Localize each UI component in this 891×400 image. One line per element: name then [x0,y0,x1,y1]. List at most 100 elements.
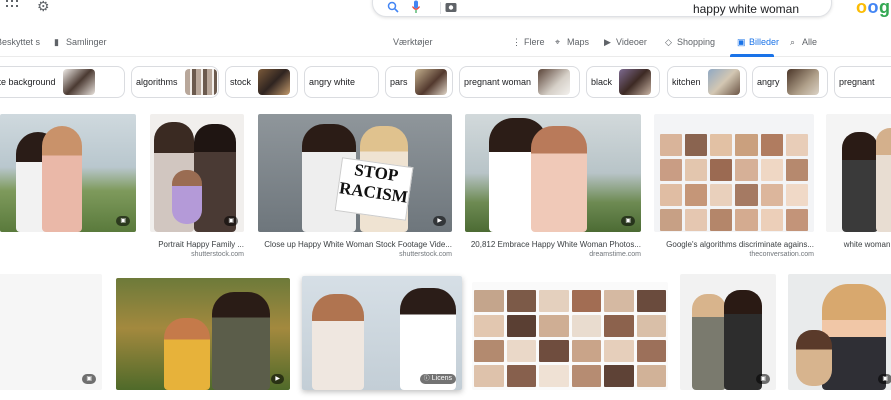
result-card[interactable]: ▣ Portrait Happy Family ... shutterstock… [150,114,244,264]
tab-alle[interactable]: ⌕ Alle [790,37,817,47]
search-icon[interactable] [387,1,399,13]
google-logo[interactable]: oogle [856,0,891,18]
result-card[interactable]: Google's algorithms discriminate agains.… [654,114,814,264]
tab-flere[interactable]: ⋮ Flere [512,37,545,47]
result-image[interactable]: ▣ [788,274,891,390]
video-badge: ▶ [433,216,446,226]
chip-angry[interactable]: angry [752,66,828,98]
chip-label: stock [230,77,252,87]
bookmark-icon: ▮ [54,36,59,47]
tab-samlinger[interactable]: ▮ Samlinger [54,37,107,47]
chip-label: algorithms [136,77,178,87]
result-card[interactable]: ▣ 20,812 Embrace Happy White Woman Photo… [465,114,641,264]
result-source[interactable]: theconversation.com [654,251,814,258]
result-image[interactable] [826,114,891,232]
chip-algorithms[interactable]: algorithms [131,66,219,98]
apps-grid-icon[interactable] [6,0,18,10]
child-figure [796,330,832,386]
result-card[interactable]: ▣ [788,274,891,394]
tab-billeder[interactable]: ▣ Billeder [737,37,779,47]
chip-stock[interactable]: stock [225,66,298,98]
settings-gear-icon[interactable]: ⚙ [37,0,51,13]
result-image[interactable]: ▣ [0,274,102,390]
result-source[interactable]: shutterstock.com [150,251,244,258]
search-box[interactable]: happy white woman [372,0,832,17]
license-badge[interactable]: ⓘ Licens [419,374,456,384]
result-image[interactable]: ▶ [116,278,290,390]
chip-white-background[interactable]: white background [0,66,125,98]
chip-thumbnail [258,69,291,95]
chip-pars[interactable]: pars [385,66,453,98]
result-card[interactable]: STOP RACISM ▶ Close up Happy White Woman… [258,114,452,264]
photo-icon: ▣ [625,218,631,224]
photo-icon: ▣ [86,376,92,382]
tab-videoer[interactable]: ▶ Videoer [604,37,647,47]
tab-shopping[interactable]: ◇ Shopping [665,37,715,47]
play-icon: ▶ [437,218,442,224]
photo-collage [474,290,666,387]
tab-label: Maps [567,37,590,47]
result-card[interactable] [472,282,668,394]
tab-label: Samlinger [66,37,107,47]
result-image[interactable]: ▣ [0,114,136,232]
result-card[interactable]: ▣ [0,274,102,394]
chip-pregnant-woman[interactable]: pregnant woman [459,66,580,98]
result-card[interactable]: ▣ [0,114,136,264]
result-title[interactable]: Portrait Happy Family ... [150,240,244,249]
pin-icon: ⌖ [555,36,561,47]
stop-racism-sign: STOP RACISM [334,157,414,221]
image-icon: ▣ [737,36,746,47]
chip-pregnant[interactable]: pregnant [834,66,891,98]
photo-icon: ▣ [228,218,234,224]
photo-icon: ▣ [120,218,126,224]
result-image[interactable]: STOP RACISM ▶ [258,114,452,232]
chip-label: pregnant woman [464,77,532,87]
result-image[interactable] [472,282,668,390]
result-title[interactable]: Close up Happy White Woman Stock Footage… [258,240,452,249]
tab-label: Billeder [749,37,780,47]
result-image[interactable]: ⓘ Licens [302,276,462,390]
result-title[interactable]: 20,812 Embrace Happy White Woman Photos.… [465,240,641,249]
chip-kitchen[interactable]: kitchen [667,66,747,98]
related-chips: pregnant angry kitchen black pregnant wo… [0,66,891,100]
chip-label: pars [390,77,408,87]
tab-label: Shopping [677,37,716,47]
result-image[interactable]: ▣ [680,274,776,390]
chip-thumbnail [538,69,571,95]
person-figure [42,126,82,232]
chip-label: kitchen [672,77,701,87]
result-card[interactable]: white woman pr... [826,114,891,264]
image-badge: ▣ [116,216,130,226]
image-badge: ▣ [756,374,770,384]
person-figure [842,132,878,232]
result-source[interactable]: shutterstock.com [258,251,452,258]
chip-black[interactable]: black [586,66,660,98]
result-card[interactable]: ▶ [116,278,290,396]
search-icon: ⌕ [790,36,796,47]
result-card[interactable]: ⓘ Licens [302,276,462,394]
tab-vaerktoejer[interactable]: Værktøjer [393,37,433,47]
header: ⚙ happy white woman oogle [0,0,891,22]
result-source[interactable]: dreamstime.com [465,251,641,258]
person-figure [876,128,891,232]
chip-thumbnail [707,69,740,95]
mic-icon[interactable] [411,0,421,14]
result-card[interactable]: ▣ [680,274,776,394]
chip-angry-white[interactable]: angry white [304,66,379,98]
tab-beskyttet[interactable]: Beskyttet s [0,37,40,47]
tab-maps[interactable]: ⌖ Maps [555,37,589,47]
search-query[interactable]: happy white woman [693,2,799,16]
child-figure [172,170,202,224]
result-image[interactable]: ▣ [150,114,244,232]
person-figure [692,294,726,390]
image-search-icon[interactable] [445,1,457,13]
result-title[interactable]: Google's algorithms discriminate agains.… [654,240,814,249]
result-image[interactable] [654,114,814,232]
tab-label: Flere [524,37,545,47]
image-badge: ▣ [878,374,891,384]
result-image[interactable]: ▣ [465,114,641,232]
image-results: ▣ ▣ Portrait Happy Family ... shuttersto… [0,100,891,400]
person-figure [164,318,210,390]
tab-label: Videoer [616,37,647,47]
result-title[interactable]: white woman pr... [826,240,891,249]
